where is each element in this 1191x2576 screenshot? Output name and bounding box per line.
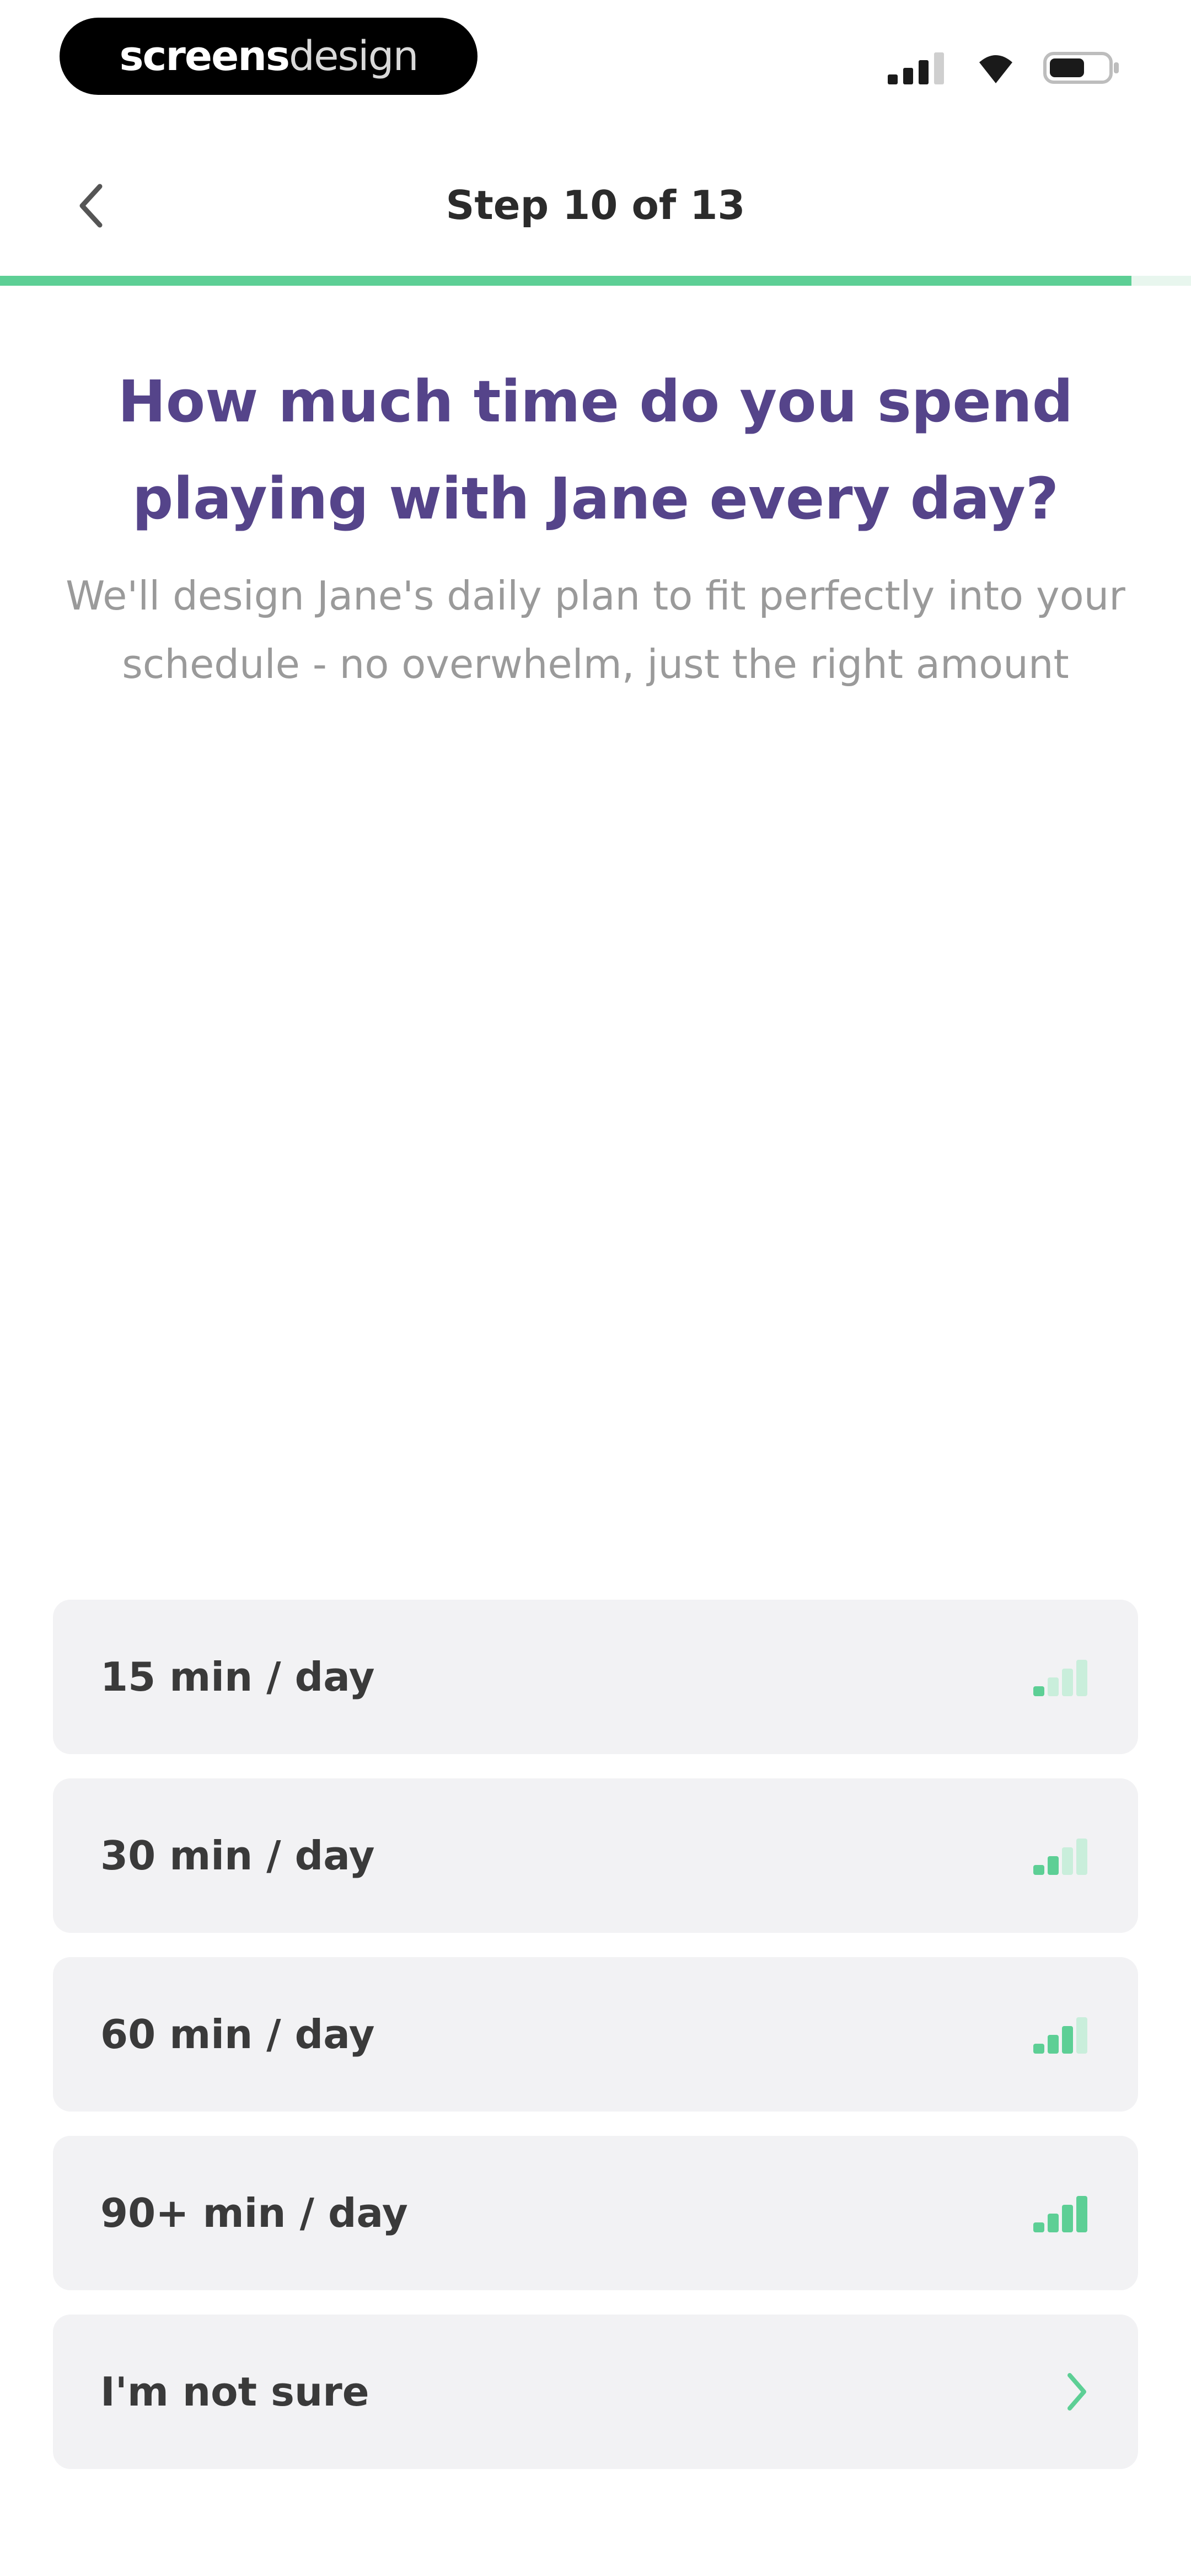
wifi-icon (974, 51, 1018, 84)
progress-bar-fill (0, 276, 1131, 286)
status-bar: screens design (0, 0, 1191, 127)
signal-bars-1-icon (1030, 1655, 1091, 1699)
onboarding-screen: screens design Step 10 of 13 How much ti… (0, 0, 1191, 2576)
chevron-right-icon (1030, 2370, 1091, 2414)
brand-watermark: screens design (60, 18, 478, 95)
option-60-min[interactable]: 60 min / day (53, 1957, 1138, 2112)
question-subtitle: We'll design Jane's daily plan to fit pe… (66, 573, 1125, 687)
option-label: I'm not sure (100, 2369, 369, 2415)
signal-bars-4-icon (1030, 2191, 1091, 2235)
battery-icon (1043, 50, 1120, 85)
status-icons (888, 49, 1120, 87)
option-label: 90+ min / day (100, 2190, 408, 2236)
option-label: 15 min / day (100, 1654, 375, 1700)
signal-bars-3-icon (1030, 2012, 1091, 2056)
signal-bars-2-icon (1030, 1834, 1091, 1878)
option-not-sure[interactable]: I'm not sure (53, 2315, 1138, 2469)
option-label: 60 min / day (100, 2011, 375, 2057)
header: Step 10 of 13 (0, 127, 1191, 281)
brand-light-text: design (289, 33, 419, 80)
option-30-min[interactable]: 30 min / day (53, 1778, 1138, 1933)
progress-bar (0, 276, 1191, 286)
option-15-min[interactable]: 15 min / day (53, 1600, 1138, 1754)
brand-bold-text: screens (119, 33, 290, 80)
step-indicator: Step 10 of 13 (446, 182, 745, 228)
question-title: How much time do you spend playing with … (117, 368, 1074, 532)
options-list: 15 min / day 30 min / day 60 min / day 9… (53, 1600, 1138, 2469)
option-label: 30 min / day (100, 1832, 375, 1879)
cellular-signal-icon (888, 51, 948, 84)
option-90-min[interactable]: 90+ min / day (53, 2136, 1138, 2290)
